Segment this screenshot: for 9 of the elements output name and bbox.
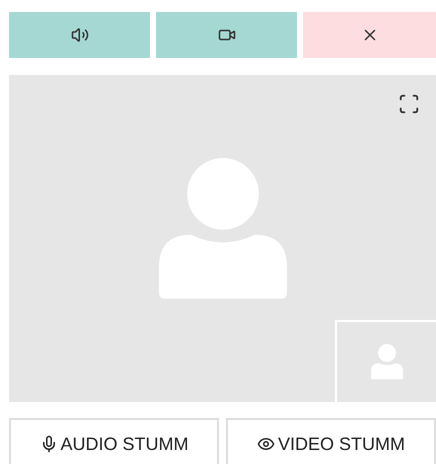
fullscreen-icon[interactable] (398, 93, 420, 115)
sound-button[interactable] (9, 12, 150, 58)
mute-audio-button[interactable]: AUDIO STUMM (9, 418, 219, 464)
speaker-icon (70, 26, 88, 44)
mute-video-button[interactable]: VIDEO STUMM (226, 418, 436, 464)
hang-up-button[interactable] (303, 12, 436, 58)
camera-button[interactable] (156, 12, 297, 58)
self-avatar (370, 344, 402, 380)
eye-icon (256, 435, 275, 453)
